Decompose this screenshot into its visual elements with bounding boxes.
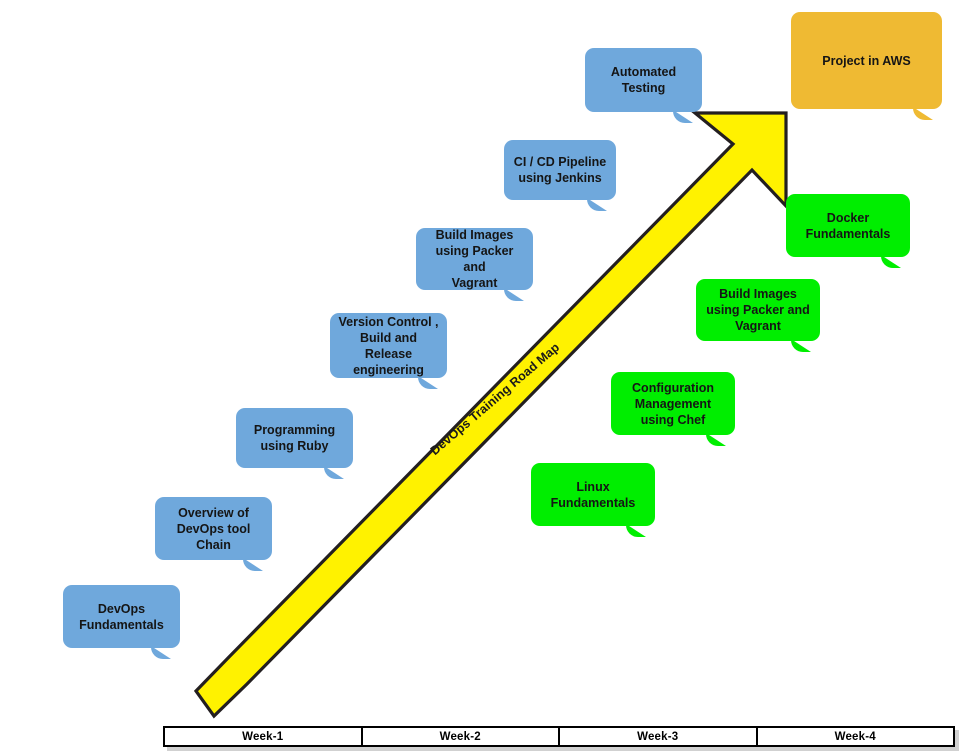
week-label: Week-1 [242, 730, 284, 743]
bubble-tail-icon [504, 288, 524, 301]
milestone-label: Overview of DevOps tool Chain [176, 505, 251, 552]
milestone-label: CI / CD Pipeline using Jenkins [513, 155, 607, 185]
bubble-tail-icon [151, 646, 171, 659]
milestone-ci-cd-pipeline-jenkins[interactable]: CI / CD Pipeline using Jenkins [504, 140, 616, 211]
milestone-label: Build Images using Packer and Vagrant [435, 228, 514, 290]
timeline-cell-week-2: Week-2 [362, 728, 560, 745]
milestone-build-images-packer-vagrant-green[interactable]: Build Images using Packer and Vagrant [696, 279, 820, 352]
roadmap-diagram: DevOps Training Road Map DevOps Fundamen… [0, 0, 966, 755]
milestone-devops-fundamentals[interactable]: DevOps Fundamentals [63, 585, 180, 659]
bubble-tail-icon [418, 376, 438, 389]
bubble-tail-icon [913, 107, 933, 120]
bubble-tail-icon [673, 110, 693, 123]
bubble-tail-icon [706, 433, 726, 446]
milestone-label: Build Images using Packer and Vagrant [706, 287, 810, 333]
milestone-project-in-aws[interactable]: Project in AWS [791, 12, 942, 120]
milestone-label: Programming using Ruby [253, 423, 336, 453]
milestone-docker-fundamentals[interactable]: Docker Fundamentals [786, 194, 910, 268]
milestone-programming-using-ruby[interactable]: Programming using Ruby [236, 408, 353, 479]
timeline-cell-week-3: Week-3 [560, 728, 758, 745]
milestone-label: Linux Fundamentals [550, 479, 636, 510]
bubble-tail-icon [243, 558, 263, 571]
milestone-label: Version Control , Build and Release engi… [338, 314, 439, 377]
timeline-cell-week-4: Week-4 [757, 728, 953, 745]
milestone-linux-fundamentals[interactable]: Linux Fundamentals [531, 463, 655, 537]
bubble-tail-icon [791, 339, 811, 352]
milestone-configuration-management-chef[interactable]: Configuration Management using Chef [611, 372, 735, 446]
bubble-tail-icon [587, 198, 607, 211]
milestone-label: Project in AWS [822, 53, 911, 68]
milestone-build-images-packer-vagrant-blue[interactable]: Build Images using Packer and Vagrant [416, 228, 533, 301]
bubble-tail-icon [881, 255, 901, 268]
timeline-cell-week-1: Week-1 [165, 728, 363, 745]
week-label: Week-2 [439, 730, 481, 743]
milestone-version-control-build-release[interactable]: Version Control , Build and Release engi… [330, 313, 447, 389]
milestone-overview-devops-tool-chain[interactable]: Overview of DevOps tool Chain [155, 497, 272, 571]
bubble-tail-icon [324, 466, 344, 479]
week-timeline: Week-1 Week-2 Week-3 Week-4 [163, 726, 955, 747]
milestone-label: Docker Fundamentals [805, 210, 891, 241]
week-label: Week-3 [637, 730, 679, 743]
bubble-tail-icon [626, 524, 646, 537]
milestone-automated-testing[interactable]: Automated Testing [585, 48, 702, 123]
week-label: Week-4 [834, 730, 876, 743]
milestone-label: DevOps Fundamentals [79, 601, 164, 632]
milestone-label: Configuration Management using Chef [632, 380, 714, 427]
milestone-label: Automated Testing [610, 65, 677, 95]
